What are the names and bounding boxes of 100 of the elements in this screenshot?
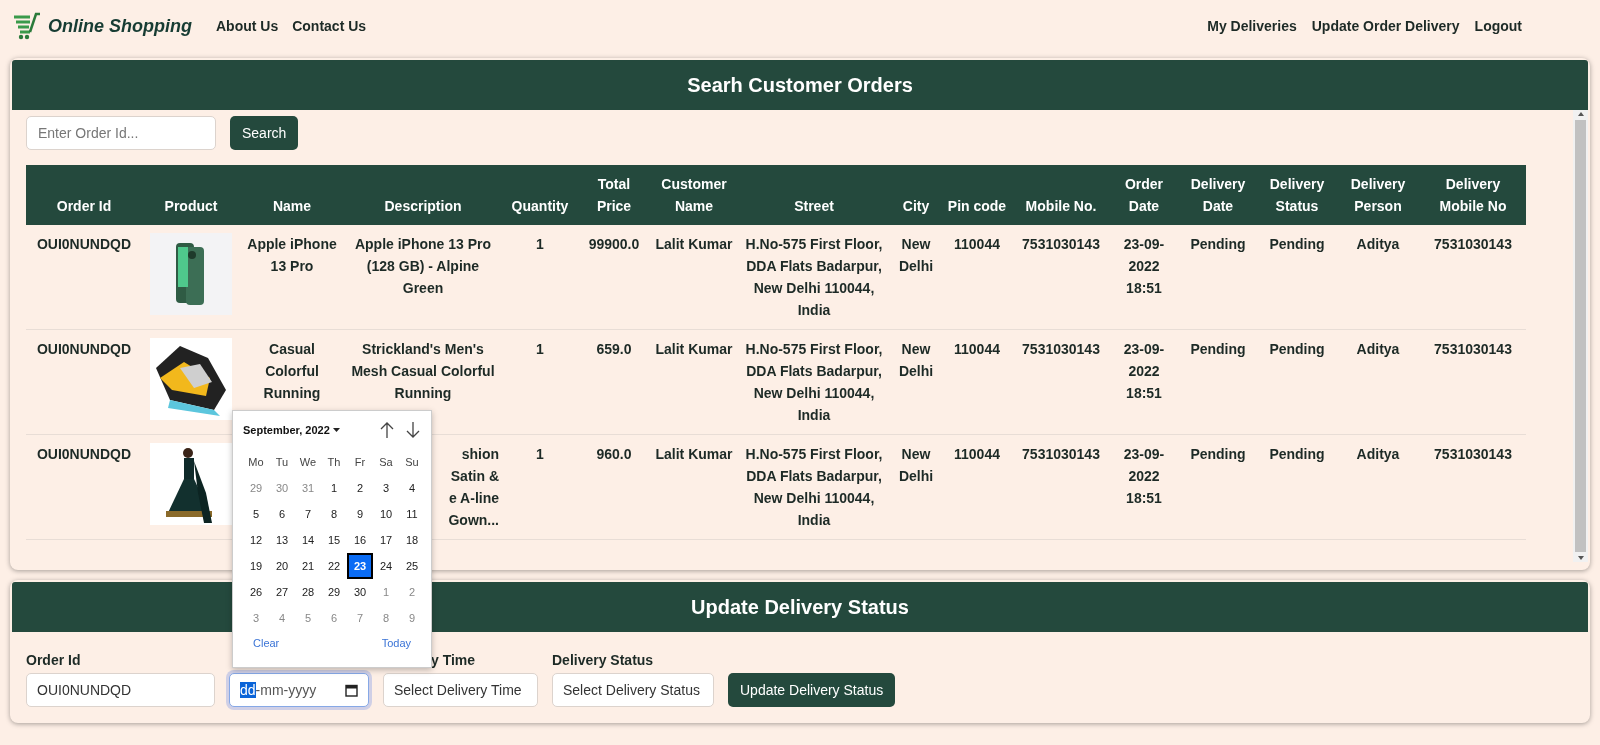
- table-cell-text: Lalit Kumar: [654, 445, 734, 464]
- calendar-day[interactable]: 1: [321, 475, 347, 501]
- table-cell-text: 659.0: [595, 340, 633, 359]
- column-header: Quantity: [502, 165, 578, 225]
- calendar-day[interactable]: 10: [373, 501, 399, 527]
- calendar-day[interactable]: 14: [295, 527, 321, 553]
- weekday-label: Mo: [247, 455, 265, 470]
- column-header: Pin code: [942, 165, 1012, 225]
- calendar-day[interactable]: 2: [399, 579, 425, 605]
- calendar-day[interactable]: 8: [373, 605, 399, 631]
- calendar-day[interactable]: 6: [269, 501, 295, 527]
- calendar-day[interactable]: 31: [295, 475, 321, 501]
- calendar-day[interactable]: 5: [295, 605, 321, 631]
- column-header: Customer Name: [650, 165, 738, 225]
- calendar-day[interactable]: 4: [399, 475, 425, 501]
- order-id-field[interactable]: OUI0NUNDQD: [26, 673, 215, 707]
- table-cell-text: H.No-575 First Floor, DDA Flats Badarpur, New Delhi 110044, India: [744, 445, 884, 530]
- calendar-day[interactable]: 21: [295, 553, 321, 579]
- calendar-day[interactable]: 7: [347, 605, 373, 631]
- calendar-day[interactable]: 13: [269, 527, 295, 553]
- select-field[interactable]: Select Delivery Time: [383, 673, 538, 707]
- calendar-day[interactable]: 12: [243, 527, 269, 553]
- column-header: Order Date: [1110, 165, 1178, 225]
- calendar-day[interactable]: 9: [399, 605, 425, 631]
- caret-icon: [332, 428, 340, 432]
- update-delivery-status-button[interactable]: Update Delivery Status: [728, 673, 896, 707]
- column-header: Street: [738, 165, 890, 225]
- table-cell-text: 7531030143: [1433, 445, 1513, 464]
- table-cell-text: OUI0NUNDQD: [35, 340, 133, 359]
- table-cell-text: Apple iPhone 13 Pro (128 GB) - Alpine Green: [353, 235, 493, 298]
- weekday-label: Sa: [378, 455, 394, 470]
- column-header: Description: [344, 165, 502, 225]
- month-selector[interactable]: September, 2022: [243, 424, 340, 436]
- table-cell-text: Pending: [1189, 445, 1247, 464]
- calendar-day[interactable]: 29: [321, 579, 347, 605]
- today-button[interactable]: Today: [381, 637, 411, 649]
- scrollbar[interactable]: [1573, 110, 1588, 562]
- date-field[interactable]: dd-mm-yyyy: [229, 673, 369, 707]
- calendar-day[interactable]: 29: [243, 475, 269, 501]
- calendar-day[interactable]: 30: [347, 579, 373, 605]
- table-cell-text: Aditya: [1355, 235, 1401, 254]
- table-cell-text: Pending: [1189, 340, 1247, 359]
- table-cell-text: Lalit Kumar: [654, 235, 734, 254]
- calendar-day[interactable]: 16: [347, 527, 373, 553]
- table-cell-text: 110044: [953, 235, 1001, 254]
- table-cell-text: 1: [535, 235, 545, 254]
- calendar-day[interactable]: 3: [243, 605, 269, 631]
- table-cell-text: New Delhi: [897, 235, 935, 276]
- calendar-day[interactable]: 1: [373, 579, 399, 605]
- calendar-day[interactable]: 8: [321, 501, 347, 527]
- calendar-day[interactable]: 18: [399, 527, 425, 553]
- table-cell-text: 23-09-2022 18:51: [1122, 235, 1166, 298]
- search-button[interactable]: Search: [230, 116, 299, 150]
- calendar-day[interactable]: 26: [243, 579, 269, 605]
- column-header: Total Price: [578, 165, 650, 225]
- column-header: City: [890, 165, 942, 225]
- calendar-icon[interactable]: [345, 683, 358, 697]
- column-header: Name: [240, 165, 344, 225]
- scroll-down-icon[interactable]: [1576, 554, 1585, 562]
- calendar-day[interactable]: 22: [321, 553, 347, 579]
- table-cell-text: 23-09-2022 18:51: [1122, 340, 1166, 403]
- weekday-label: We: [298, 455, 318, 470]
- calendar-day[interactable]: 6: [321, 605, 347, 631]
- order-id-field[interactable]: Enter Order Id...: [26, 116, 216, 150]
- nav-link[interactable]: About Us: [216, 18, 279, 34]
- weekday-label: Fr: [353, 455, 367, 470]
- calendar-day[interactable]: 28: [295, 579, 321, 605]
- nav-link[interactable]: Update Order Delivery: [1311, 18, 1460, 34]
- table-cell-text: Lalit Kumar: [654, 340, 734, 359]
- calendar-day[interactable]: 15: [321, 527, 347, 553]
- calendar-day[interactable]: 27: [269, 579, 295, 605]
- select-field[interactable]: Select Delivery Status: [552, 673, 714, 707]
- table-cell-text: shion Satin & e A-line Gown...: [448, 445, 499, 530]
- calendar-day[interactable]: 25: [399, 553, 425, 579]
- calendar-day[interactable]: 19: [243, 553, 269, 579]
- nav-link[interactable]: Contact Us: [292, 18, 367, 34]
- calendar-day[interactable]: 3: [373, 475, 399, 501]
- table-cell-text: 110044: [953, 340, 1001, 359]
- table-cell-text: Pending: [1268, 340, 1326, 359]
- calendar-day[interactable]: 7: [295, 501, 321, 527]
- calendar-day[interactable]: 23: [347, 553, 373, 579]
- down-arrow-icon[interactable]: [405, 421, 421, 439]
- brand-name[interactable]: Online Shopping: [48, 15, 192, 37]
- nav-link[interactable]: Logout: [1474, 18, 1522, 34]
- calendar-day[interactable]: 30: [269, 475, 295, 501]
- table-cell-text: 7531030143: [1021, 235, 1101, 254]
- up-arrow-icon[interactable]: [379, 421, 395, 439]
- calendar-day[interactable]: 4: [269, 605, 295, 631]
- calendar-day[interactable]: 9: [347, 501, 373, 527]
- table-cell-text: 99900.0: [587, 235, 641, 254]
- calendar-day[interactable]: 5: [243, 501, 269, 527]
- clear-button[interactable]: Clear: [253, 637, 280, 649]
- nav-link[interactable]: My Deliveries: [1207, 18, 1297, 34]
- calendar-day[interactable]: 17: [373, 527, 399, 553]
- table-cell-text: New Delhi: [897, 445, 935, 486]
- calendar-day[interactable]: 11: [399, 501, 425, 527]
- calendar-day[interactable]: 2: [347, 475, 373, 501]
- calendar-day[interactable]: 24: [373, 553, 399, 579]
- column-header: Delivery Mobile No: [1420, 165, 1526, 225]
- calendar-day[interactable]: 20: [269, 553, 295, 579]
